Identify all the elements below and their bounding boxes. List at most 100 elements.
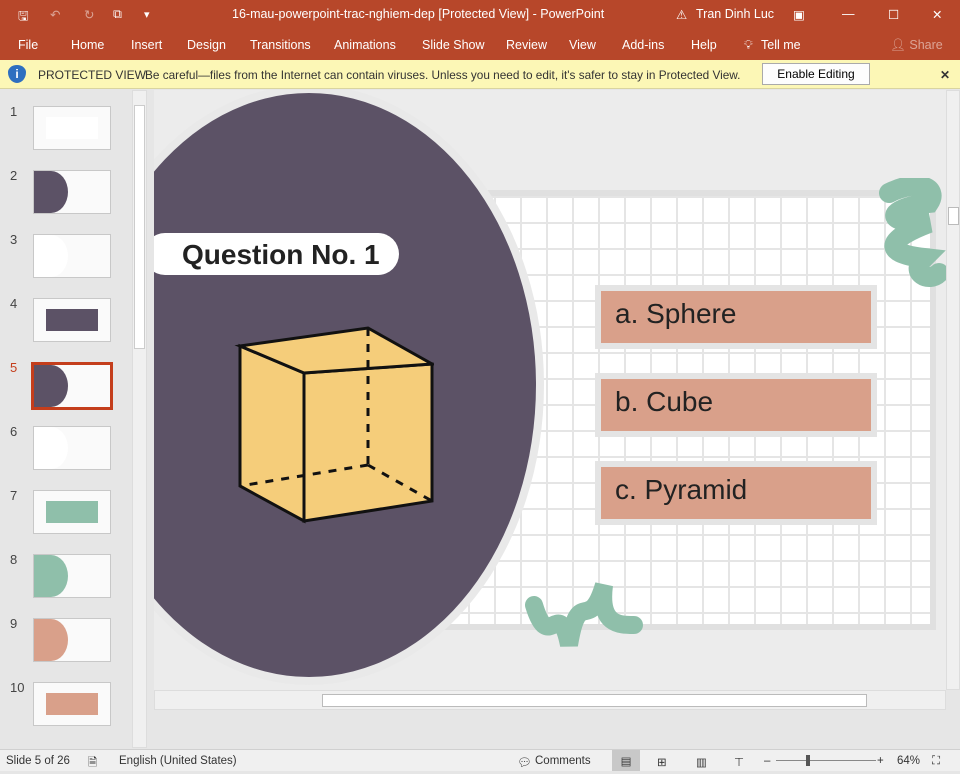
slide-counter: Slide 5 of 26 bbox=[6, 755, 70, 767]
slideshow-icon[interactable]: ⊤ bbox=[734, 755, 744, 769]
redo-icon[interactable]: ↻ bbox=[84, 7, 94, 22]
thumbnail-number: 10 bbox=[10, 680, 25, 695]
reading-view-icon[interactable]: ▥ bbox=[696, 755, 707, 769]
answer-c[interactable]: c. Pyramid bbox=[595, 461, 877, 525]
warning-icon: ⚠ bbox=[676, 8, 688, 22]
thumbnail-shape bbox=[34, 555, 68, 597]
tab-view[interactable]: View bbox=[569, 38, 596, 52]
tab-insert[interactable]: Insert bbox=[131, 38, 162, 52]
tab-animations[interactable]: Animations bbox=[334, 38, 396, 52]
comments-button[interactable]: Comments bbox=[535, 755, 591, 767]
thumbnail-number: 5 bbox=[10, 360, 18, 375]
scroll-thumb[interactable] bbox=[322, 694, 867, 707]
normal-view-icon[interactable]: ▤ bbox=[612, 750, 640, 771]
protected-label: PROTECTED VIEW bbox=[38, 68, 147, 82]
lightbulb-icon: 💡︎ bbox=[744, 38, 753, 52]
slide-thumbnail[interactable] bbox=[33, 426, 111, 470]
thumbnail-shape bbox=[34, 171, 68, 213]
maximize-button[interactable]: ☐ bbox=[888, 7, 899, 22]
ribbon-display-icon[interactable]: ▣ bbox=[793, 7, 805, 22]
tell-me-search[interactable]: Tell me bbox=[761, 38, 801, 52]
zoom-out-button[interactable]: – bbox=[764, 755, 770, 767]
thumbnail-scrollbar[interactable] bbox=[132, 90, 147, 748]
slide-thumbnail[interactable] bbox=[33, 234, 111, 278]
present-icon[interactable]: ⧉ bbox=[113, 7, 122, 22]
thumbnail-shape bbox=[46, 693, 98, 715]
answer-b[interactable]: b. Cube bbox=[595, 373, 877, 437]
thumbnail-shape bbox=[34, 235, 68, 277]
cube-image bbox=[234, 326, 434, 524]
title-bar: 🖫 ↶ ↻ ⧉ ▾ 16-mau-powerpoint-trac-nghiem-… bbox=[0, 0, 960, 30]
tab-design[interactable]: Design bbox=[187, 38, 226, 52]
slide-thumbnail[interactable] bbox=[33, 682, 111, 726]
enable-editing-button[interactable]: Enable Editing bbox=[762, 63, 870, 85]
thumbnail-number: 2 bbox=[10, 168, 18, 183]
tab-add-ins[interactable]: Add-ins bbox=[622, 38, 664, 52]
thumbnail-shape bbox=[46, 117, 98, 139]
undo-icon[interactable]: ↶ bbox=[50, 7, 60, 22]
protected-message: Be careful—files from the Internet can c… bbox=[145, 68, 741, 82]
slide-thumbnail[interactable] bbox=[33, 490, 111, 534]
share-button[interactable]: 👤︎ Share bbox=[890, 38, 943, 53]
slide-thumbnail[interactable] bbox=[33, 618, 111, 662]
zoom-slider-thumb[interactable] bbox=[806, 755, 810, 766]
tab-file[interactable]: File bbox=[18, 38, 38, 52]
slide-vertical-scrollbar[interactable] bbox=[946, 90, 960, 690]
answer-a[interactable]: a. Sphere bbox=[595, 285, 877, 349]
thumbnail-number: 9 bbox=[10, 616, 18, 631]
slide-thumbnail[interactable] bbox=[31, 362, 113, 410]
customize-icon[interactable]: ▾ bbox=[144, 8, 150, 21]
tab-help[interactable]: Help bbox=[691, 38, 717, 52]
thumbnail-number: 3 bbox=[10, 232, 18, 247]
answer-b-text: b. Cube bbox=[601, 379, 871, 431]
thumbnail-number: 6 bbox=[10, 424, 18, 439]
tab-review[interactable]: Review bbox=[506, 38, 547, 52]
scroll-thumb[interactable] bbox=[134, 105, 145, 349]
zoom-slider[interactable] bbox=[776, 760, 876, 761]
share-label: Share bbox=[909, 38, 943, 52]
tab-transitions[interactable]: Transitions bbox=[250, 38, 311, 52]
thumbnail-number: 8 bbox=[10, 552, 18, 567]
thumbnail-shape bbox=[46, 309, 98, 331]
minimize-button[interactable]: — bbox=[842, 7, 855, 21]
scroll-thumb[interactable] bbox=[948, 207, 959, 225]
slide-canvas[interactable]: Question No. 1 a. Sphere b. Cube c. Pyra… bbox=[154, 90, 946, 690]
question-label[interactable]: Question No. 1 bbox=[154, 233, 399, 275]
shield-info-icon: i bbox=[8, 65, 26, 83]
thumbnail-number: 4 bbox=[10, 296, 18, 311]
green-scribble-bottom bbox=[525, 582, 643, 647]
tab-home[interactable]: Home bbox=[71, 38, 104, 52]
answer-c-text: c. Pyramid bbox=[601, 467, 871, 519]
zoom-in-button[interactable]: + bbox=[877, 755, 884, 767]
thumbnail-shape bbox=[46, 501, 98, 523]
slide-thumbnails: 1 2 3 4 5 6 7 8 9 10 bbox=[0, 90, 148, 748]
slide-horizontal-scrollbar[interactable] bbox=[154, 690, 946, 710]
slide-thumbnail[interactable] bbox=[33, 106, 111, 150]
thumbnail-number: 7 bbox=[10, 488, 18, 503]
save-icon[interactable]: 🖫 bbox=[18, 7, 29, 28]
slide-thumbnail[interactable] bbox=[33, 298, 111, 342]
close-button[interactable]: ✕ bbox=[932, 7, 942, 22]
ribbon-tabs: File Home Insert Design Transitions Anim… bbox=[0, 30, 960, 60]
protected-view-bar: i PROTECTED VIEW Be careful—files from t… bbox=[0, 60, 960, 89]
slide-sorter-icon[interactable]: ⊞ bbox=[657, 755, 667, 769]
slide-thumbnail[interactable] bbox=[33, 170, 111, 214]
comment-icon: 💬︎ bbox=[517, 757, 532, 769]
tab-slide-show[interactable]: Slide Show bbox=[422, 38, 485, 52]
thumbnail-shape bbox=[34, 427, 68, 469]
thumbnail-shape bbox=[34, 619, 68, 661]
fit-slide-icon[interactable]: ⛶ bbox=[932, 755, 940, 768]
status-bar: Slide 5 of 26 🗎 English (United States) … bbox=[0, 749, 960, 771]
person-icon: 👤︎ bbox=[890, 38, 906, 52]
close-bar-icon[interactable]: ✕ bbox=[940, 68, 950, 82]
notes-check-icon[interactable]: 🗎 bbox=[88, 755, 97, 774]
user-name[interactable]: Tran Dinh Luc bbox=[696, 7, 774, 21]
window-title: 16-mau-powerpoint-trac-nghiem-dep [Prote… bbox=[232, 7, 605, 21]
language[interactable]: English (United States) bbox=[119, 755, 237, 767]
answer-a-text: a. Sphere bbox=[601, 291, 871, 343]
slide-thumbnail[interactable] bbox=[33, 554, 111, 598]
thumbnail-number: 1 bbox=[10, 104, 18, 119]
green-scribble-top bbox=[879, 178, 946, 287]
thumbnail-shape bbox=[34, 365, 68, 407]
zoom-level[interactable]: 64% bbox=[897, 755, 920, 767]
